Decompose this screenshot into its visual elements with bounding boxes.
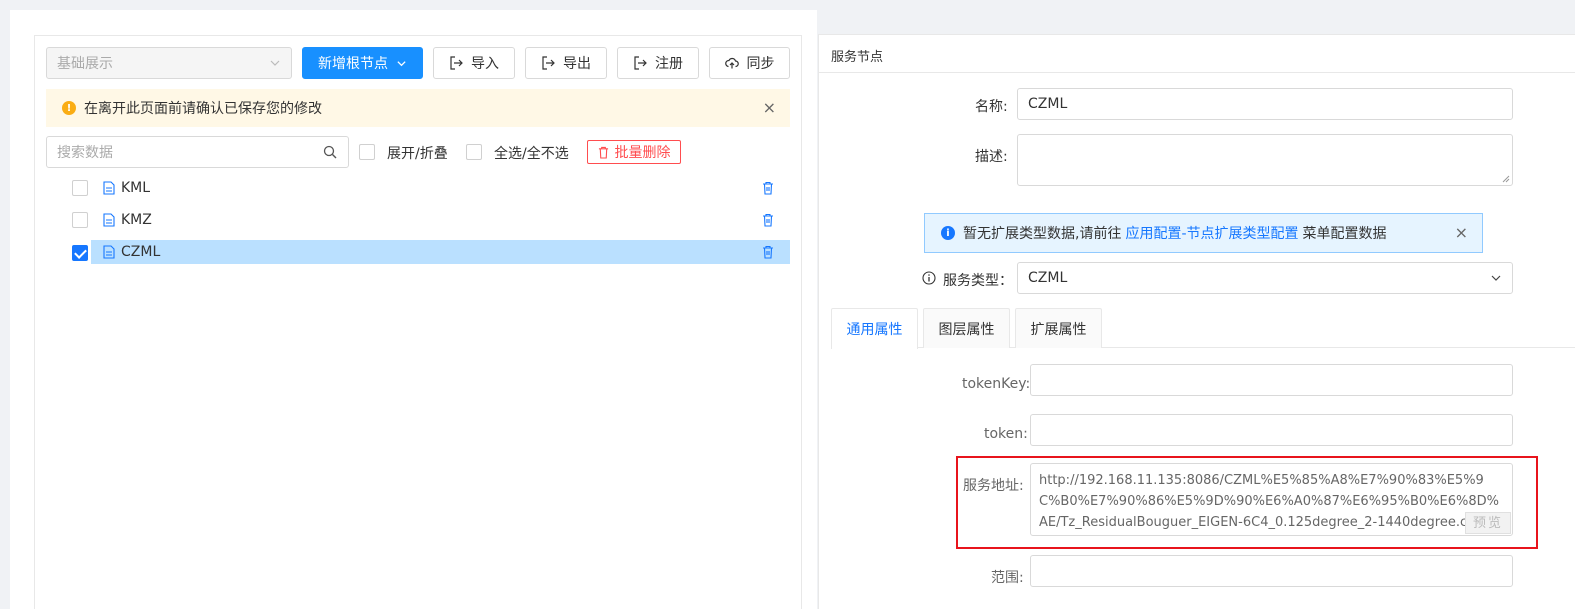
close-icon[interactable]: × <box>763 100 776 116</box>
import-label: 导入 <box>471 56 499 72</box>
chevron-down-icon <box>1491 275 1501 281</box>
name-label: 名称: <box>975 99 1008 115</box>
export-icon <box>542 56 555 70</box>
tree-search-input[interactable]: 搜索数据 <box>46 136 349 168</box>
tab-label: 图层属性 <box>938 321 995 338</box>
export-button[interactable]: 导出 <box>525 47 607 79</box>
select-all-label: 全选/全不选 <box>494 146 569 162</box>
tree-node-kml[interactable]: KML <box>91 176 790 200</box>
unsaved-changes-text: 在离开此页面前请确认已保存您的修改 <box>84 101 322 117</box>
tree-node-checkbox[interactable] <box>72 180 88 196</box>
service-type-select[interactable]: CZML <box>1017 262 1513 294</box>
name-input[interactable]: CZML <box>1017 88 1513 120</box>
info-alert-prefix: 暂无扩展类型数据,请前往 <box>963 226 1122 242</box>
resize-handle-icon[interactable] <box>1502 175 1510 183</box>
token-key-label: tokenKey: <box>962 376 1031 392</box>
tab-extended-properties[interactable]: 扩展属性 <box>1015 308 1102 348</box>
view-select-value: 基础展示 <box>57 56 113 72</box>
export-label: 导出 <box>563 56 591 72</box>
expand-collapse-label: 展开/折叠 <box>387 146 448 162</box>
range-input[interactable] <box>1030 555 1513 587</box>
description-textarea[interactable] <box>1017 134 1513 186</box>
sync-label: 同步 <box>746 56 775 72</box>
detail-title: 服务节点 <box>831 50 884 65</box>
detail-panel: 服务节点 名称: CZML 描述: i 暂无扩展类型数据,请前往 应用配置-节点… <box>818 34 1575 609</box>
tree-node-czml[interactable]: CZML <box>91 240 790 264</box>
import-icon <box>450 56 463 70</box>
file-icon <box>103 181 115 195</box>
tree-node-checkbox[interactable] <box>72 212 88 228</box>
add-root-node-label: 新增根节点 <box>318 56 388 72</box>
detail-header: 服务节点 <box>819 35 1575 73</box>
tree-node-label: CZML <box>121 244 161 260</box>
chevron-down-icon <box>397 60 406 66</box>
service-type-label: 服务类型： <box>943 273 1013 289</box>
description-label: 描述: <box>975 149 1008 165</box>
token-label: token: <box>984 426 1028 442</box>
tree-node-label: KML <box>121 180 151 196</box>
register-button[interactable]: 注册 <box>617 47 699 79</box>
import-button[interactable]: 导入 <box>433 47 515 79</box>
no-extension-type-alert: i 暂无扩展类型数据,请前往 应用配置-节点扩展类型配置 菜单配置数据 × <box>924 213 1483 253</box>
delete-node-icon[interactable] <box>762 181 774 195</box>
tree-node-kmz[interactable]: KMZ <box>91 208 790 232</box>
chevron-down-icon <box>270 60 280 66</box>
search-icon[interactable] <box>323 145 337 159</box>
sync-button[interactable]: 同步 <box>709 47 790 79</box>
delete-node-icon[interactable] <box>762 213 774 227</box>
tab-layer-properties[interactable]: 图层属性 <box>923 308 1010 348</box>
service-url-highlight <box>956 456 1538 549</box>
warning-icon: ! <box>62 101 76 115</box>
select-all-checkbox[interactable] <box>466 144 482 160</box>
token-key-input[interactable] <box>1030 364 1513 396</box>
info-icon: i <box>941 226 955 240</box>
info-alert-suffix: 菜单配置数据 <box>1302 226 1387 242</box>
close-icon[interactable]: × <box>1455 225 1468 241</box>
batch-delete-label: 批量删除 <box>614 145 671 161</box>
tree-node-checkbox[interactable] <box>72 245 88 261</box>
unsaved-changes-alert: ! 在离开此页面前请确认已保存您的修改 × <box>46 89 790 127</box>
register-icon <box>634 56 647 70</box>
range-label: 范围: <box>991 570 1024 586</box>
register-label: 注册 <box>655 56 683 72</box>
info-circle-icon[interactable] <box>922 271 936 285</box>
property-tabs: 通用属性 图层属性 扩展属性 <box>831 308 1575 349</box>
add-root-node-button[interactable]: 新增根节点 <box>302 47 423 79</box>
trash-icon <box>598 146 608 159</box>
batch-delete-button[interactable]: 批量删除 <box>587 140 681 164</box>
extension-type-config-link[interactable]: 应用配置-节点扩展类型配置 <box>1125 223 1298 243</box>
cloud-sync-icon <box>724 57 739 69</box>
file-icon <box>103 213 115 227</box>
file-icon <box>103 245 115 259</box>
name-value: CZML <box>1028 96 1068 112</box>
expand-collapse-checkbox[interactable] <box>359 144 375 160</box>
tab-label: 通用属性 <box>846 322 903 338</box>
tree-panel: 基础展示 新增根节点 导入 导出 注册 同步 ! 在离开此页面前请确认已保存您的… <box>34 35 802 609</box>
search-placeholder: 搜索数据 <box>57 145 113 161</box>
delete-node-icon[interactable] <box>762 245 774 259</box>
tab-label: 扩展属性 <box>1030 321 1087 338</box>
tab-general-properties[interactable]: 通用属性 <box>831 308 918 349</box>
tree-node-label: KMZ <box>121 212 152 228</box>
service-type-value: CZML <box>1028 270 1068 286</box>
token-input[interactable] <box>1030 414 1513 446</box>
view-select: 基础展示 <box>46 47 292 79</box>
